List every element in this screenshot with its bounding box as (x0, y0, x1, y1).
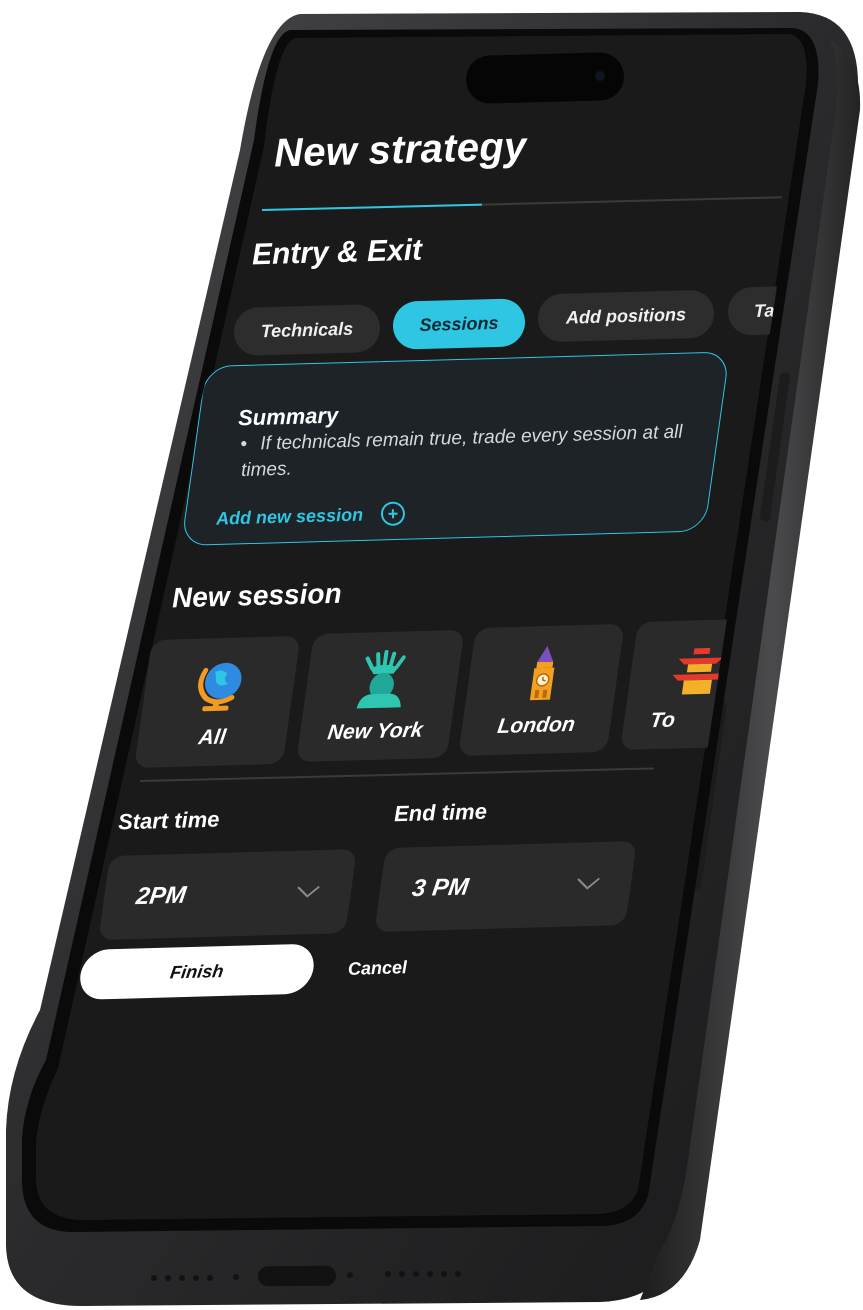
end-time-label: End time (393, 798, 488, 827)
city-card-london[interactable]: London (458, 623, 625, 756)
cancel-button[interactable]: Cancel (348, 957, 408, 980)
plus-circle-icon: + (380, 501, 406, 527)
tab-technicals-label: Technicals (260, 318, 354, 341)
end-time-value: 3 PM (410, 873, 471, 903)
tab-sessions[interactable]: Sessions (393, 298, 525, 350)
tab-partial-label: Ta (754, 299, 775, 321)
start-time-label: Start time (117, 806, 220, 835)
summary-bullet-text: If technicals remain true, trade every s… (240, 421, 683, 481)
section-divider (139, 767, 654, 782)
big-ben-icon (529, 645, 555, 701)
city-label-london: London (496, 712, 577, 739)
section-title-entry-exit: Entry & Exit (251, 233, 423, 272)
globe-icon (198, 662, 242, 712)
progress-indicator (261, 203, 482, 211)
statue-of-liberty-icon (356, 649, 406, 709)
chevron-down-icon (297, 886, 320, 898)
summary-title: Summary (237, 402, 339, 431)
tab-add-positions[interactable]: Add positions (538, 289, 714, 343)
section-title-new-session: New session (171, 577, 343, 614)
finish-button-label: Finish (169, 960, 226, 983)
add-new-session-label: Add new session (215, 504, 364, 529)
bullet-dot: • (240, 433, 248, 455)
tab-sessions-label: Sessions (419, 312, 499, 335)
city-label-new-york: New York (326, 718, 425, 745)
city-card-new-york[interactable]: New York (296, 629, 465, 762)
finish-button[interactable]: Finish (76, 943, 317, 1000)
city-label-all: All (197, 725, 228, 750)
tab-technicals[interactable]: Technicals (234, 303, 380, 357)
chevron-down-icon (577, 877, 600, 890)
end-time-select[interactable]: 3 PM (374, 841, 637, 932)
city-label-tokyo: To (648, 708, 677, 733)
tab-add-positions-label: Add positions (566, 303, 686, 328)
start-time-value: 2PM (134, 881, 188, 911)
start-time-select[interactable]: 2PM (98, 849, 357, 940)
page-title: New strategy (273, 124, 528, 176)
city-card-all[interactable]: All (134, 635, 301, 768)
